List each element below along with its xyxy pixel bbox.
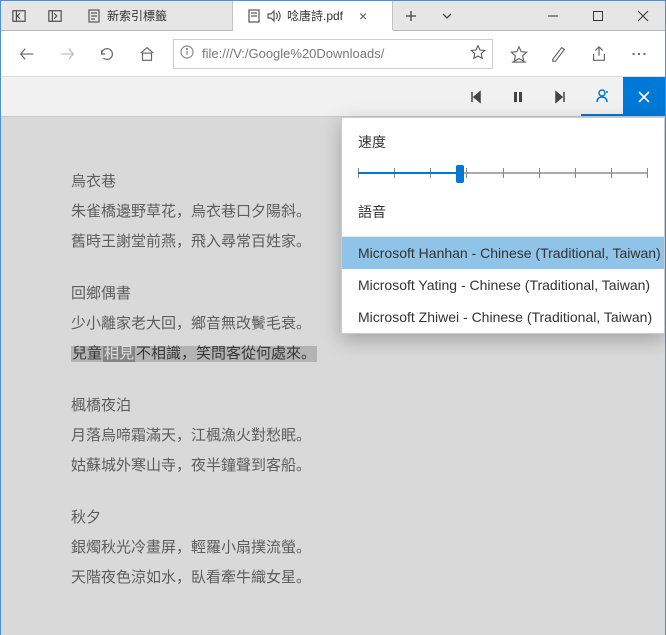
home-button[interactable] <box>127 31 167 77</box>
favorite-icon[interactable] <box>470 44 486 63</box>
nav-toolbar: file:///V:/Google%20Downloads/ <box>1 31 665 77</box>
voice-list: Microsoft Hanhan - Chinese (Traditional,… <box>342 236 664 333</box>
more-button[interactable] <box>619 31 659 77</box>
voice-settings-panel: 速度 語音 Microsoft Hanhan - Chinese (Tradit… <box>341 117 665 334</box>
share-button[interactable] <box>579 31 619 77</box>
speed-slider[interactable] <box>358 160 648 188</box>
tab-new[interactable]: 新索引標籤 <box>73 1 233 30</box>
tab-label: 新索引標籤 <box>107 7 167 24</box>
back-button[interactable] <box>7 31 47 77</box>
tab-pdf[interactable]: 唸唐詩.pdf × <box>233 1 393 31</box>
window-buttons <box>530 1 665 30</box>
maximize-button[interactable] <box>575 1 620 30</box>
notes-button[interactable] <box>539 31 579 77</box>
address-bar[interactable]: file:///V:/Google%20Downloads/ <box>173 39 493 69</box>
close-readaloud-button[interactable] <box>623 77 665 116</box>
pdf-icon <box>247 9 261 23</box>
pause-button[interactable] <box>497 77 539 116</box>
set-aside-tabs-button[interactable] <box>1 1 37 30</box>
tab-label: 唸唐詩.pdf <box>287 7 343 24</box>
close-window-button[interactable] <box>620 1 665 30</box>
new-tab-button[interactable] <box>393 1 429 30</box>
tab-overflow-button[interactable] <box>429 1 465 30</box>
voice-settings-button[interactable] <box>581 77 623 116</box>
forward-button <box>47 31 87 77</box>
minimize-button[interactable] <box>530 1 575 30</box>
site-info-icon[interactable] <box>180 45 194 62</box>
document-viewport: 烏衣巷 朱雀橋邊野草花，烏衣巷口夕陽斜。 舊時王謝堂前燕，飛入尋常百姓家。 回鄉… <box>1 117 665 635</box>
voice-option[interactable]: Microsoft Hanhan - Chinese (Traditional,… <box>342 237 664 269</box>
read-aloud-bar <box>1 77 665 117</box>
voice-label: 語音 <box>358 202 648 222</box>
url-text: file:///V:/Google%20Downloads/ <box>202 46 384 61</box>
speaker-icon <box>267 9 281 23</box>
voice-option[interactable]: Microsoft Zhiwei - Chinese (Traditional,… <box>342 301 664 333</box>
speed-label: 速度 <box>358 132 648 152</box>
voice-option[interactable]: Microsoft Yating - Chinese (Traditional,… <box>342 269 664 301</box>
next-button[interactable] <box>539 77 581 116</box>
page-icon <box>87 9 101 23</box>
previous-button[interactable] <box>455 77 497 116</box>
titlebar: 新索引標籤 唸唐詩.pdf × <box>1 1 665 31</box>
show-tabs-button[interactable] <box>37 1 73 30</box>
tab-close-button[interactable]: × <box>359 8 367 24</box>
refresh-button[interactable] <box>87 31 127 77</box>
reading-list-button[interactable] <box>499 31 539 77</box>
